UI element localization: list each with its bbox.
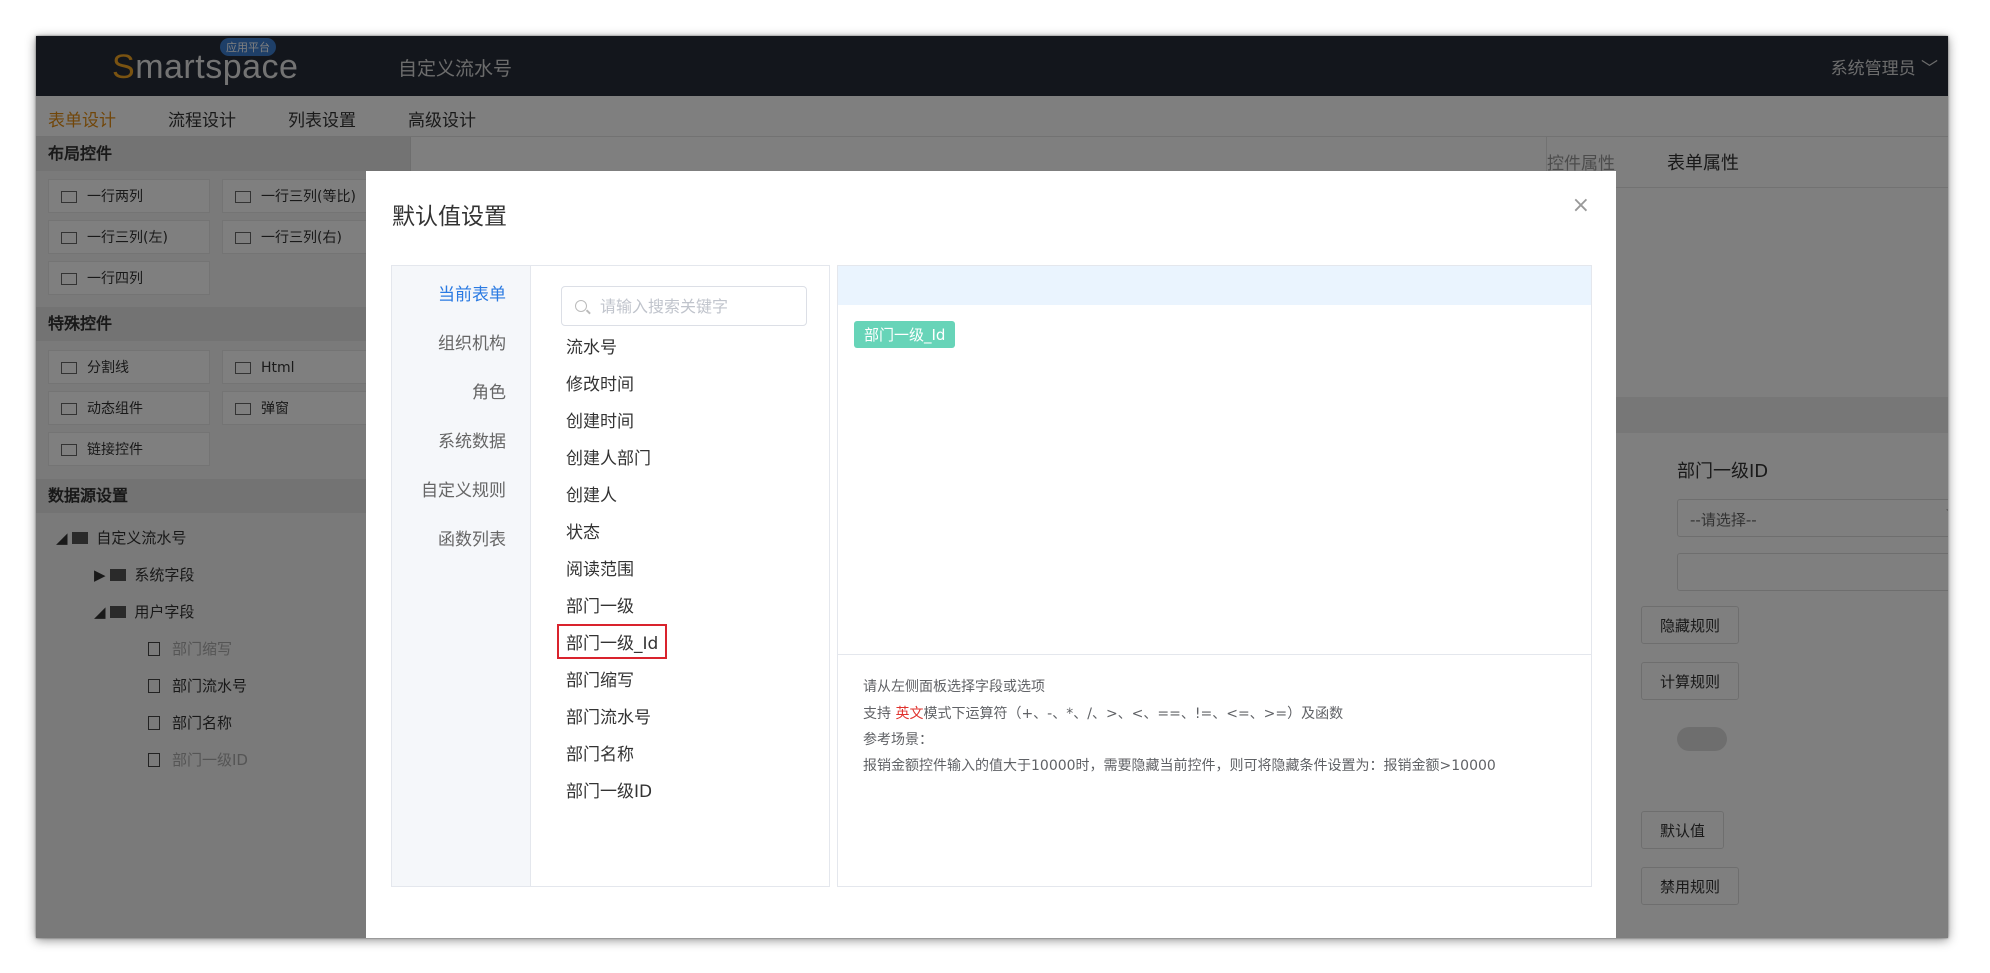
editor-toolbar	[838, 266, 1591, 305]
selected-field-tag[interactable]: 部门一级_Id	[854, 321, 956, 348]
field-item[interactable]: 部门一级ID	[566, 777, 652, 802]
field-item[interactable]: 创建时间	[566, 407, 634, 432]
nav-current-form[interactable]: 当前表单	[438, 280, 506, 305]
help-text: 支持 英文模式下运算符（+、-、*、/、>、<、==、!=、<=、>=）及函数	[863, 703, 1343, 723]
field-item[interactable]: 状态	[566, 518, 600, 543]
dialog-title: 默认值设置	[392, 204, 507, 230]
expression-editor[interactable]: 部门一级_Id 请从左侧面板选择字段或选项 支持 英文模式下运算符（+、-、*、…	[837, 265, 1592, 887]
nav-functions[interactable]: 函数列表	[438, 525, 506, 550]
source-nav: 当前表单 组织机构 角色 系统数据 自定义规则 函数列表	[391, 265, 531, 887]
help-fragment: 支持	[863, 706, 896, 722]
editor-divider	[838, 654, 1591, 655]
field-item[interactable]: 部门名称	[566, 740, 634, 765]
nav-custom-rules[interactable]: 自定义规则	[421, 476, 506, 501]
search-input[interactable]	[598, 296, 802, 317]
help-text: 参考场景：	[863, 732, 933, 748]
nav-system-data[interactable]: 系统数据	[438, 427, 506, 452]
nav-role[interactable]: 角色	[472, 378, 506, 403]
field-item[interactable]: 修改时间	[566, 370, 634, 395]
search-box[interactable]	[561, 286, 807, 326]
nav-organization[interactable]: 组织机构	[438, 329, 506, 354]
field-list: 流水号 修改时间 创建时间 创建人部门 创建人 状态 阅读范围 部门一级 部门一…	[531, 265, 830, 887]
help-emphasis: 英文	[895, 706, 924, 722]
help-text: 报销金额控件输入的值大于10000时，需要隐藏当前控件，则可将隐藏条件设置为：报…	[863, 758, 1496, 774]
search-icon	[575, 300, 587, 312]
field-item[interactable]: 部门一级	[566, 592, 634, 617]
field-item[interactable]: 部门流水号	[566, 703, 651, 728]
field-item[interactable]: 流水号	[566, 333, 617, 358]
field-item[interactable]: 部门缩写	[566, 666, 634, 691]
help-fragment: 模式下运算符（+、-、*、/、>、<、==、!=、<=、>=）及函数	[923, 706, 1344, 722]
app-window: Smartspace 应用平台 自定义流水号 系统管理员 ﹀ 表单设计 流程设计…	[36, 36, 1948, 938]
field-item[interactable]: 阅读范围	[566, 555, 634, 580]
default-value-dialog: 默认值设置 × 当前表单 组织机构 角色 系统数据 自定义规则 函数列表 流水号…	[366, 171, 1616, 938]
close-icon[interactable]: ×	[1572, 193, 1590, 218]
help-text: 请从左侧面板选择字段或选项	[863, 679, 1045, 695]
field-item[interactable]: 创建人部门	[566, 444, 651, 469]
field-item-selected[interactable]: 部门一级_Id	[556, 624, 668, 659]
field-item[interactable]: 创建人	[566, 481, 617, 506]
